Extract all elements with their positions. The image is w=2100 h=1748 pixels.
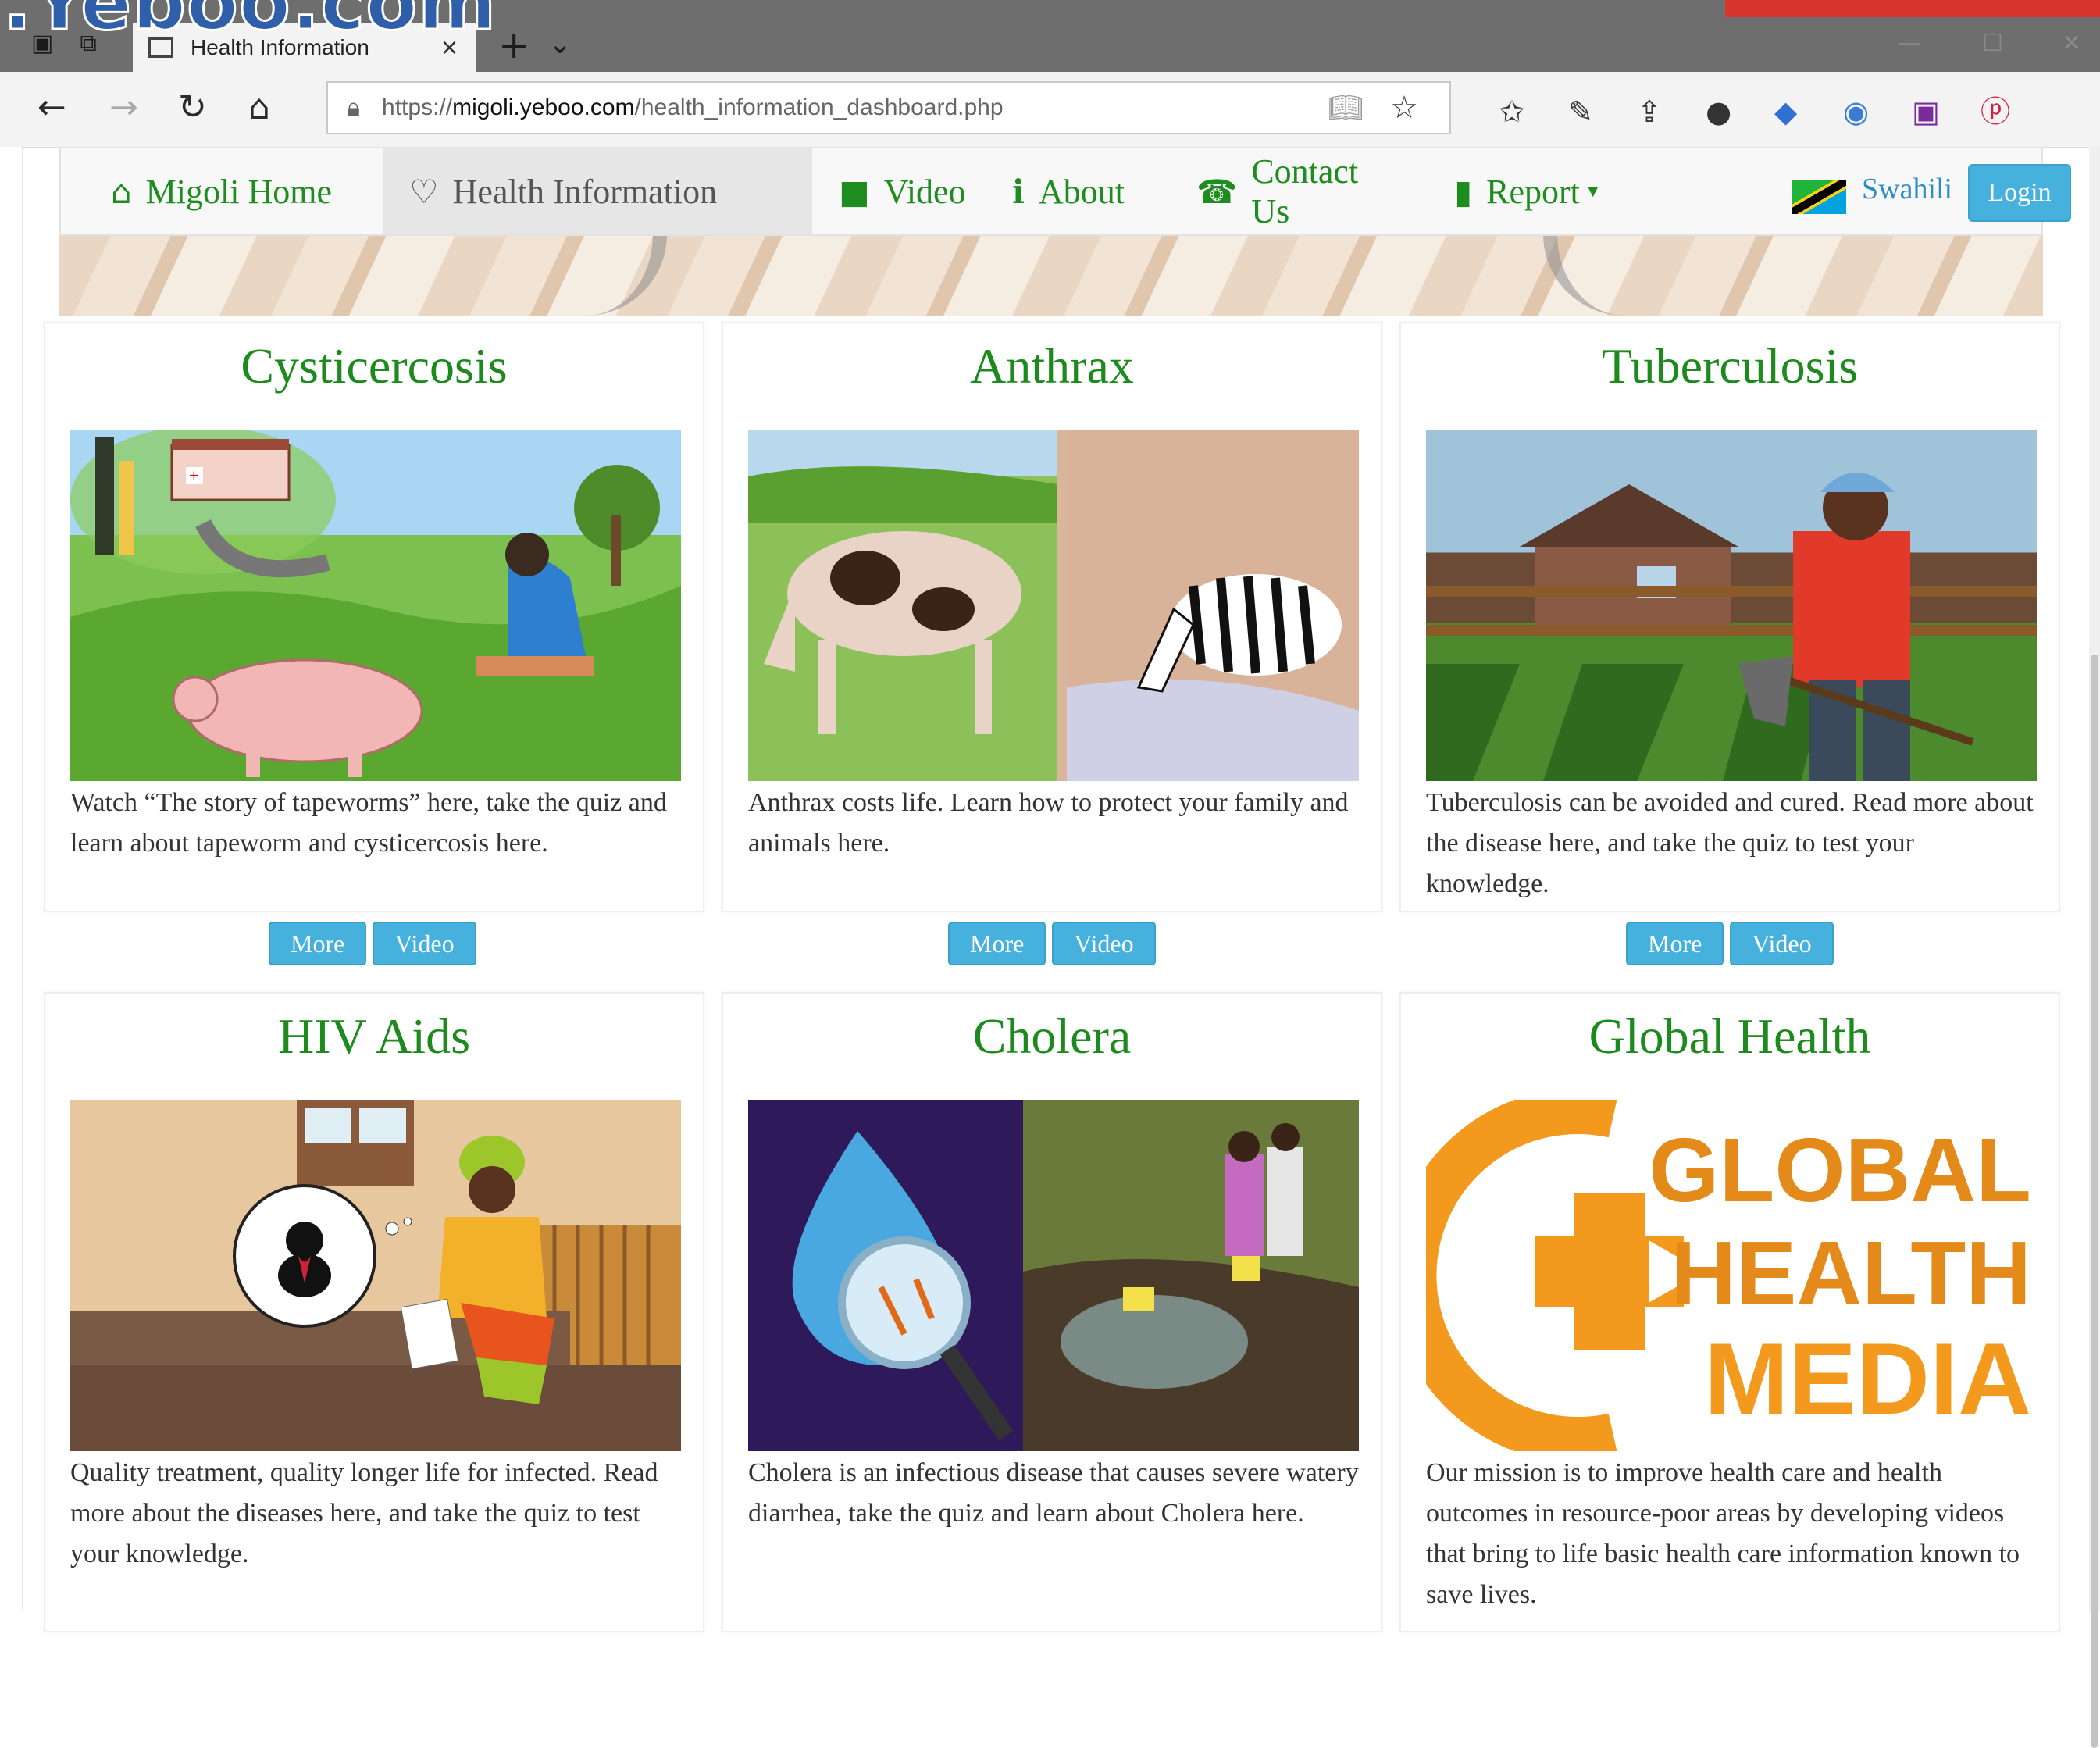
pin-icon[interactable]: ●	[1706, 95, 1774, 129]
card-tuberculosis: Tuberculosis Tuberculosis can be avoided…	[1399, 322, 2060, 912]
cholera-illustration[interactable]	[748, 1100, 1359, 1451]
nav-report-dropdown[interactable]: ▮ Report ▼	[1428, 148, 1631, 234]
back-icon[interactable]: ←	[37, 87, 66, 127]
caret-down-icon: ▼	[1584, 181, 1602, 201]
login-button[interactable]: Login	[1968, 164, 2071, 222]
lock-icon: 🔒︎	[347, 93, 361, 121]
cysticercosis-illustration[interactable]: +	[70, 430, 681, 781]
pinterest-icon[interactable]: ⓟ	[1981, 87, 2049, 130]
card-cysticercosis: Cysticercosis + Watch “The story of tape…	[44, 322, 704, 912]
bookmark-extension-icon[interactable]: ◆	[1774, 95, 1843, 129]
video-button[interactable]: Video	[1730, 922, 1834, 965]
video-button[interactable]: Video	[373, 922, 476, 965]
onenote-icon[interactable]: ▣	[1912, 95, 1981, 129]
card-title: Tuberculosis	[1601, 338, 1859, 394]
card-title: HIV Aids	[278, 1008, 470, 1064]
logo-line-media: MEDIA	[1704, 1322, 2031, 1436]
card-title: Cysticercosis	[241, 338, 508, 394]
page-left-edge	[0, 147, 23, 1611]
anthrax-actions: More Video	[948, 922, 1156, 965]
svg-text:+: +	[189, 466, 198, 485]
nav-health-information[interactable]: ♡ Health Information	[383, 148, 812, 234]
video-camera-icon: ■	[839, 172, 870, 211]
phone-icon: ☎	[1196, 172, 1238, 211]
card-description: Tuberculosis can be avoided and cured. R…	[1426, 788, 2034, 898]
tuberculosis-actions: More Video	[1626, 922, 1834, 965]
scrollbar-thumb[interactable]	[2091, 655, 2098, 1748]
hero-banner	[59, 234, 2043, 316]
card-description: Cholera is an infectious disease that ca…	[748, 1458, 1359, 1528]
card-global-health: Global Health GLOBAL HEALTH MEDIA Our mi…	[1399, 992, 2060, 1632]
reading-view-icon[interactable]: 📖︎	[1328, 91, 1364, 124]
cysticercosis-actions: More Video	[269, 922, 476, 965]
video-button[interactable]: Video	[1052, 922, 1156, 965]
card-title: Global Health	[1588, 1008, 1871, 1064]
card-description: Watch “The story of tapeworms” here, tak…	[70, 788, 667, 858]
hiv-aids-illustration[interactable]	[70, 1100, 681, 1451]
scrollbar[interactable]	[2089, 147, 2100, 1748]
extension-badge-icon[interactable]: ◉	[1843, 95, 1912, 129]
window-close-icon[interactable]: ✕	[2062, 30, 2081, 57]
card-description: Our mission is to improve health care an…	[1426, 1458, 2020, 1609]
new-tab-icon[interactable]: +	[498, 23, 529, 67]
more-button[interactable]: More	[948, 922, 1046, 965]
anthrax-illustration[interactable]	[748, 430, 1359, 781]
global-health-media-logo[interactable]: GLOBAL HEALTH MEDIA	[1426, 1100, 2037, 1451]
house-icon: ⌂	[111, 172, 132, 211]
chevron-down-icon[interactable]: ⌄	[548, 28, 572, 60]
card-title: Anthrax	[970, 338, 1134, 394]
corner-logo	[1725, 0, 2100, 17]
card-description: Anthrax costs life. Learn how to protect…	[748, 788, 1349, 858]
refresh-icon[interactable]: ↻	[178, 87, 207, 127]
more-button[interactable]: More	[269, 922, 367, 965]
address-bar[interactable]: 🔒︎ https:// migoli.yeboo.com /health_inf…	[326, 81, 1451, 134]
card-hiv-aids: HIV Aids Quality treatment, quality long…	[44, 992, 704, 1632]
site-navbar: ⌂ Migoli Home ♡ Health Information ■ Video …	[59, 147, 2071, 236]
nav-contact[interactable]: ☎ Contact Us	[1170, 148, 1428, 234]
site-watermark: i.Yeboo.com	[0, 0, 497, 48]
browser-toolbar: ← → ↻ ⌂ 🔒︎ https:// migoli.yeboo.com /he…	[0, 72, 2100, 165]
nav-video[interactable]: ■ Video	[812, 148, 986, 234]
tanzania-flag-icon	[1792, 180, 1846, 214]
heart-icon: ♡	[409, 172, 439, 211]
favorite-star-icon[interactable]: ☆	[1390, 90, 1418, 126]
home-icon[interactable]: ⌂	[248, 87, 270, 127]
favorites-icon[interactable]: ✩	[1499, 95, 1568, 129]
card-description: Quality treatment, quality longer life f…	[70, 1458, 658, 1568]
bar-chart-icon: ▮	[1454, 172, 1473, 211]
url-prefix: https://	[382, 95, 453, 120]
forward-icon[interactable]: →	[109, 87, 138, 127]
url-host: migoli.yeboo.com	[452, 95, 635, 120]
pen-icon[interactable]: ✎	[1568, 95, 1637, 129]
tuberculosis-illustration[interactable]	[1426, 430, 2037, 781]
maximize-icon[interactable]: ☐	[1982, 30, 2003, 57]
nav-about[interactable]: ℹ About	[986, 148, 1170, 234]
more-button[interactable]: More	[1626, 922, 1724, 965]
card-title: Cholera	[972, 1008, 1132, 1064]
logo-line-health: HEALTH	[1670, 1222, 2031, 1324]
nav-home[interactable]: ⌂ Migoli Home	[61, 148, 387, 234]
language-link[interactable]: Swahili	[1862, 172, 1952, 206]
card-anthrax: Anthrax Anthrax costs life. Learn how to…	[722, 322, 1382, 912]
card-cholera: Cholera Cholera is an infectious disease…	[722, 992, 1382, 1632]
info-icon: ℹ	[1012, 172, 1025, 211]
share-icon[interactable]: ⇪	[1637, 95, 1706, 129]
minimize-icon[interactable]: —	[1898, 30, 1921, 57]
logo-line-global: GLOBAL	[1649, 1119, 2031, 1221]
url-path: /health_information_dashboard.php	[634, 95, 1004, 120]
